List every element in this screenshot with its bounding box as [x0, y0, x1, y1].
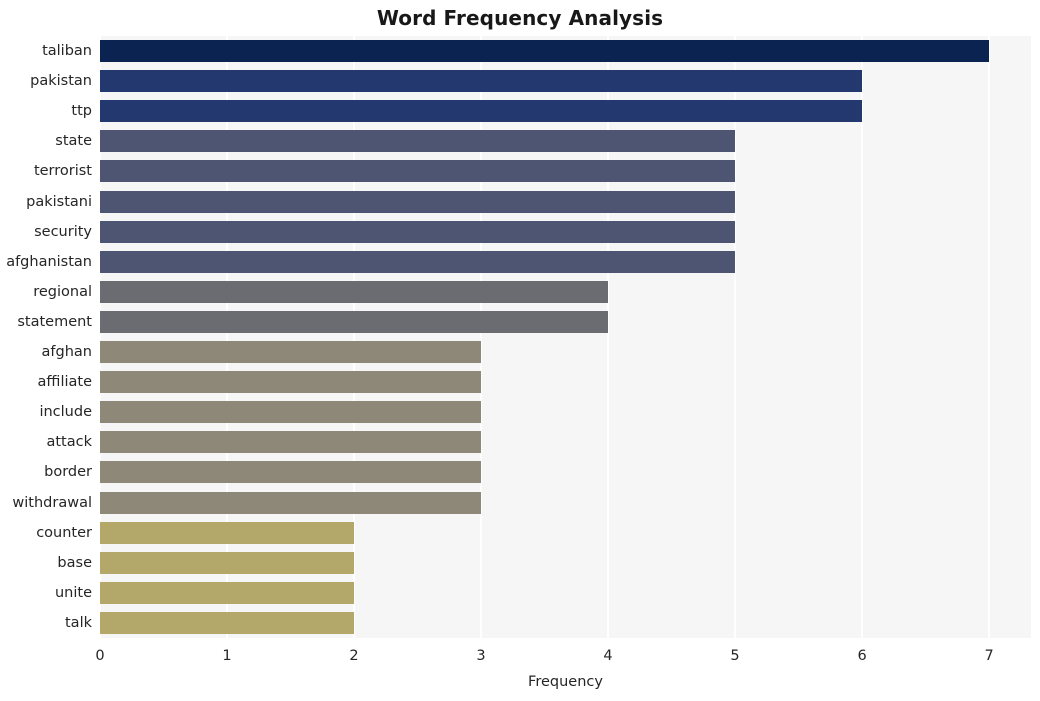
y-tick-label: afghan	[41, 344, 92, 361]
y-tick-label: state	[55, 133, 92, 150]
bar	[100, 70, 863, 93]
bar	[100, 100, 863, 123]
y-tick-label: include	[39, 404, 92, 421]
x-axis-tick-labels: 0 1 2 3 4 5 6 7	[0, 648, 1040, 670]
y-tick-label: terrorist	[33, 163, 92, 180]
y-tick-label: counter	[36, 524, 92, 541]
plot-area	[100, 36, 1031, 638]
bar	[100, 371, 482, 394]
y-tick-label: security	[34, 223, 92, 240]
gridline-x-6	[861, 36, 864, 638]
bar	[100, 551, 355, 574]
chart-figure: Word Frequency Analysis taliban pakistan t…	[0, 0, 1040, 701]
y-tick-label: ttp	[71, 103, 92, 120]
bar	[100, 280, 609, 303]
y-tick-label: affiliate	[37, 374, 92, 391]
bar	[100, 611, 355, 634]
bar	[100, 250, 736, 273]
y-tick-label: pakistani	[26, 193, 92, 210]
gridline-x-2	[353, 36, 356, 638]
bar	[100, 130, 736, 153]
x-tick-label: 2	[349, 648, 359, 664]
bar	[100, 521, 355, 544]
x-tick-label: 1	[222, 648, 232, 664]
bar	[100, 220, 736, 243]
x-tick-label: 6	[857, 648, 867, 664]
y-tick-label: afghanistan	[6, 253, 92, 270]
y-tick-label: border	[44, 464, 92, 481]
bar	[100, 310, 609, 333]
y-tick-label: regional	[33, 283, 92, 300]
bar	[100, 491, 482, 514]
y-tick-label: taliban	[42, 43, 92, 60]
bar	[100, 581, 355, 604]
y-tick-label: statement	[17, 313, 92, 330]
gridline-x-1	[226, 36, 228, 638]
y-axis-tick-labels: taliban pakistan ttp state terrorist pakistan…	[0, 36, 92, 638]
bar	[100, 401, 482, 424]
y-tick-label: attack	[46, 434, 92, 451]
bar	[100, 160, 736, 183]
y-tick-label: unite	[54, 584, 92, 601]
x-tick-label: 3	[476, 648, 486, 664]
gridline-x-0	[100, 36, 101, 638]
x-tick-label: 0	[95, 648, 105, 664]
gridline-x-7	[988, 36, 991, 638]
bar	[100, 341, 482, 364]
bar	[100, 40, 990, 63]
x-tick-label: 5	[730, 648, 740, 664]
x-axis-label: Frequency	[528, 674, 603, 690]
gridline-x-5	[734, 36, 737, 638]
y-tick-label: withdrawal	[12, 494, 92, 511]
gridline-x-3	[480, 36, 483, 638]
bar	[100, 461, 482, 484]
x-tick-label: 4	[603, 648, 613, 664]
gridline-x-4	[607, 36, 610, 638]
y-tick-label: talk	[65, 614, 92, 631]
bar	[100, 190, 736, 213]
x-tick-label: 7	[984, 648, 994, 664]
bar	[100, 431, 482, 454]
y-tick-label: pakistan	[30, 73, 92, 90]
y-tick-label: base	[57, 554, 92, 571]
chart-title: Word Frequency Analysis	[376, 6, 664, 30]
